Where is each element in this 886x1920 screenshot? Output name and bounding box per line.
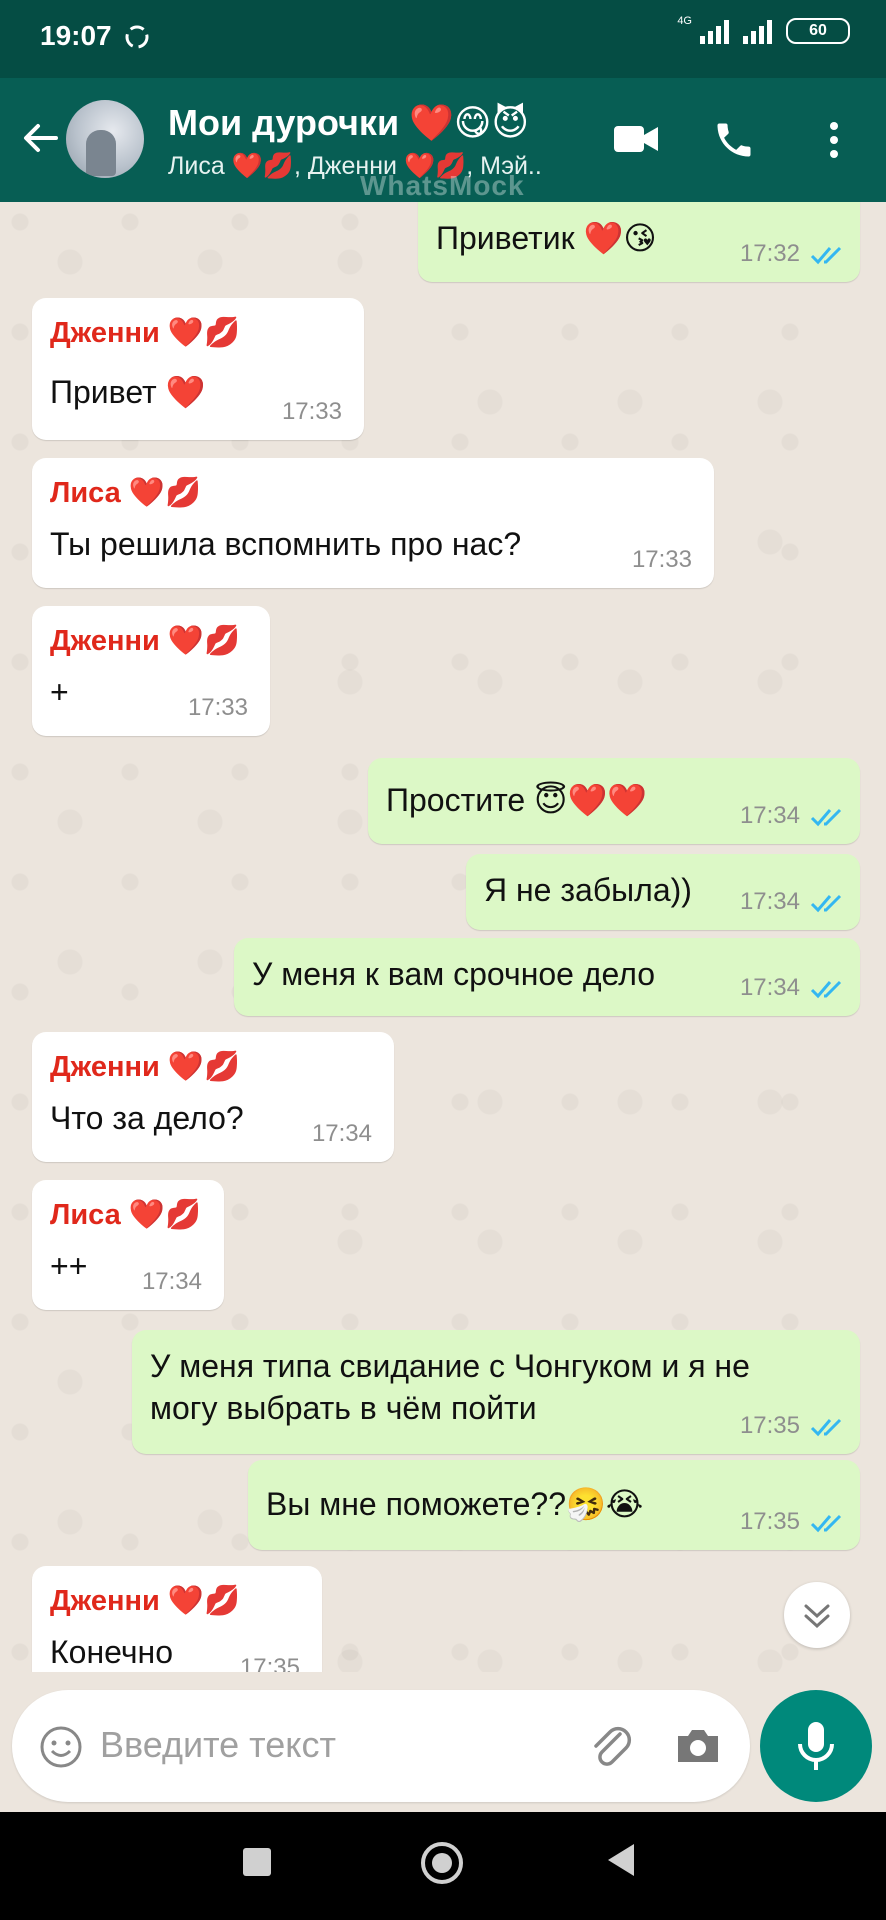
message-bubble-outgoing[interactable]: Простите 😇❤️❤️ 17:34: [368, 758, 860, 844]
message-list[interactable]: Приветик ❤️😘 17:32 Дженни ❤️💋 Привет ❤️ …: [0, 202, 886, 1672]
status-time: 19:07: [40, 20, 112, 51]
recents-icon[interactable]: [243, 1848, 271, 1876]
status-bar: 19:07 4G 60: [0, 0, 886, 78]
message-bubble-incoming[interactable]: Дженни ❤️💋 Что за дело? 17:34: [32, 1032, 394, 1162]
scroll-to-bottom-button[interactable]: [784, 1582, 850, 1648]
double-check-icon: [810, 808, 842, 827]
camera-icon[interactable]: [672, 1720, 724, 1772]
signal-icon: [700, 18, 729, 44]
more-vert-icon[interactable]: [824, 118, 844, 162]
message-bubble-incoming[interactable]: Дженни ❤️💋 Конечно 17:35: [32, 1566, 322, 1672]
sender-name: Дженни ❤️💋: [50, 1585, 241, 1617]
message-bubble-incoming[interactable]: Дженни ❤️💋 + 17:33: [32, 606, 270, 736]
double-check-icon: [810, 894, 842, 913]
double-chevron-down-icon: [804, 1604, 830, 1629]
message-input[interactable]: Введите текст: [100, 1724, 336, 1766]
phone-icon[interactable]: [712, 118, 756, 162]
double-check-icon: [810, 1514, 842, 1533]
network-type: 4G: [677, 15, 692, 27]
message-bubble-incoming[interactable]: Лиса ❤️💋 ++ 17:34: [32, 1180, 224, 1310]
arrow-left-icon[interactable]: [18, 116, 62, 160]
emoji-icon[interactable]: [38, 1724, 84, 1770]
message-bubble-outgoing[interactable]: У меня к вам срочное дело 17:34: [234, 938, 860, 1016]
double-check-icon: [810, 980, 842, 999]
watermark: WhatsMock: [360, 170, 525, 201]
message-bubble-incoming[interactable]: Лиса ❤️💋 Ты решила вспомнить про нас? 17…: [32, 458, 714, 588]
home-icon[interactable]: [421, 1842, 463, 1884]
sender-name: Дженни ❤️💋: [50, 1051, 241, 1083]
message-composer[interactable]: Введите текст: [12, 1690, 750, 1802]
paperclip-icon[interactable]: [586, 1720, 638, 1772]
video-camera-icon[interactable]: [612, 122, 660, 156]
microphone-icon: [798, 1722, 834, 1770]
double-check-icon: [810, 1418, 842, 1437]
sender-name: Дженни ❤️💋: [50, 625, 241, 657]
sender-name: Лиса ❤️💋: [50, 1199, 202, 1231]
sync-icon: [122, 22, 152, 59]
voice-record-button[interactable]: [760, 1690, 872, 1802]
message-bubble-outgoing[interactable]: Я не забыла)) 17:34: [466, 854, 860, 930]
message-bubble-outgoing[interactable]: У меня типа свидание с Чонгуком и я не м…: [132, 1330, 860, 1454]
double-check-icon: [810, 246, 842, 265]
group-avatar[interactable]: [66, 100, 144, 178]
message-bubble-incoming[interactable]: Дженни ❤️💋 Привет ❤️ 17:33: [32, 298, 364, 440]
sender-name: Лиса ❤️💋: [50, 477, 202, 509]
message-bubble-outgoing[interactable]: Вы мне поможете??🤧😭 17:35: [248, 1460, 860, 1550]
signal-icon-2: [743, 18, 772, 44]
message-bubble-outgoing[interactable]: Приветик ❤️😘 17:32: [418, 202, 860, 282]
battery-icon: 60: [786, 18, 850, 44]
chat-title[interactable]: Мои дурочки ❤️😋😈: [168, 102, 529, 144]
system-nav-bar: [0, 1812, 886, 1920]
back-icon[interactable]: [608, 1844, 634, 1876]
sender-name: Дженни ❤️💋: [50, 317, 241, 349]
